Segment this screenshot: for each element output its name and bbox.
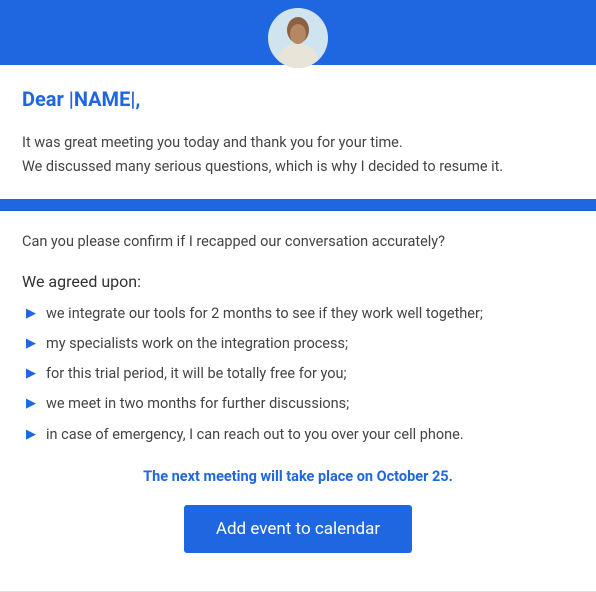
- bullet-text: for this trial period, it will be totall…: [46, 365, 347, 382]
- header-band: [0, 0, 596, 65]
- next-meeting-text: The next meeting will take place on Octo…: [22, 468, 574, 485]
- intro-text: It was great meeting you today and thank…: [22, 131, 574, 179]
- bullet-list: ▶ we integrate our tools for 2 months to…: [22, 305, 574, 444]
- intro-line-1: It was great meeting you today and thank…: [22, 131, 574, 155]
- bullet-icon: ▶: [26, 305, 36, 323]
- email-container: Dear |NAME|, It was great meeting you to…: [0, 0, 596, 592]
- agreed-heading: We agreed upon:: [22, 272, 574, 291]
- list-item: ▶ my specialists work on the integration…: [26, 335, 574, 353]
- bullet-icon: ▶: [26, 365, 36, 383]
- bullet-icon: ▶: [26, 395, 36, 413]
- bullet-text: we meet in two months for further discus…: [46, 395, 349, 412]
- bullet-text: my specialists work on the integration p…: [46, 335, 348, 352]
- cta-row: Add event to calendar: [22, 505, 574, 553]
- bullet-text: in case of emergency, I can reach out to…: [46, 426, 464, 443]
- bullet-text: we integrate our tools for 2 months to s…: [46, 305, 483, 322]
- list-item: ▶ we integrate our tools for 2 months to…: [26, 305, 574, 323]
- recap-section: Can you please confirm if I recapped our…: [0, 211, 596, 573]
- intro-line-2: We discussed many serious questions, whi…: [22, 155, 574, 179]
- divider-band: [0, 199, 596, 211]
- bullet-icon: ▶: [26, 335, 36, 353]
- avatar-image: [268, 8, 328, 68]
- confirm-text: Can you please confirm if I recapped our…: [22, 233, 574, 250]
- bullet-icon: ▶: [26, 426, 36, 444]
- list-item: ▶ for this trial period, it will be tota…: [26, 365, 574, 383]
- intro-section: Dear |NAME|, It was great meeting you to…: [0, 65, 596, 199]
- add-event-button[interactable]: Add event to calendar: [184, 505, 412, 553]
- greeting: Dear |NAME|,: [22, 87, 574, 111]
- list-item: ▶ we meet in two months for further disc…: [26, 395, 574, 413]
- list-item: ▶ in case of emergency, I can reach out …: [26, 426, 574, 444]
- avatar: [268, 8, 328, 68]
